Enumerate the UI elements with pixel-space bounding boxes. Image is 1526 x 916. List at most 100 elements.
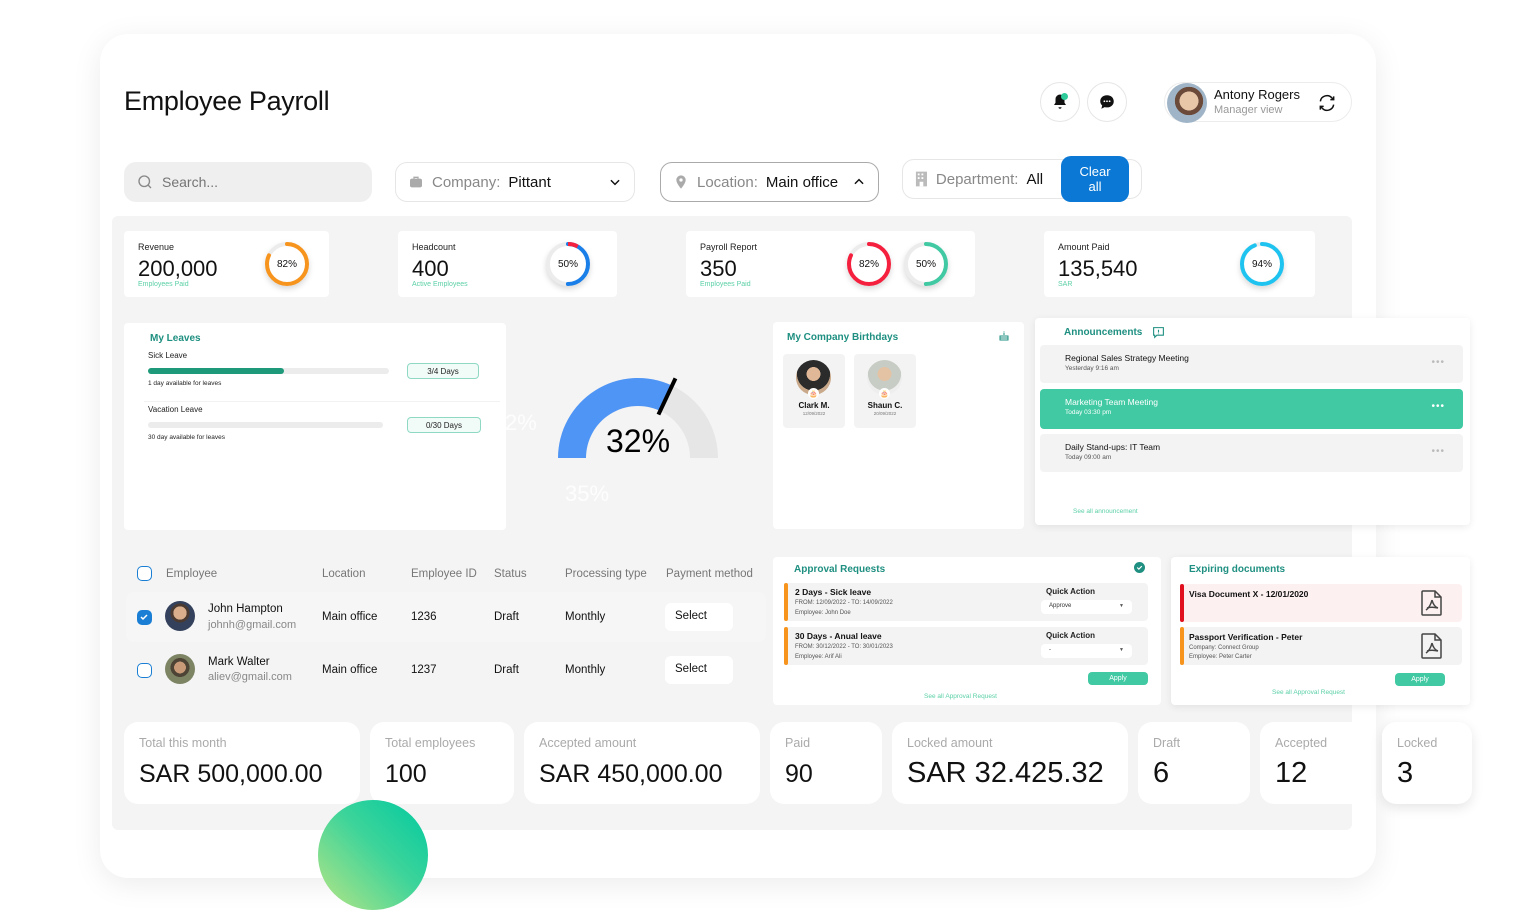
approval-requests-title: Approval Requests — [794, 564, 886, 575]
refresh-icon[interactable] — [1317, 93, 1337, 113]
more-options-icon[interactable]: ••• — [1431, 357, 1445, 368]
quick-action-select[interactable]: Approve ▼ — [1041, 600, 1132, 614]
request-title: 30 Days - Anual leave — [795, 631, 882, 641]
building-icon — [915, 171, 927, 187]
employee-location: Main office — [322, 611, 378, 623]
select-all-checkbox[interactable] — [137, 566, 152, 581]
vacation-leave-progress — [148, 422, 383, 428]
messages-button[interactable] — [1087, 82, 1127, 122]
ring-label: 82% — [858, 258, 879, 270]
apply-button[interactable]: Apply — [1395, 673, 1445, 686]
cake-icon: 🎂 — [879, 388, 890, 399]
department-filter-value: All — [1026, 170, 1044, 188]
location-filter-value: Main office — [765, 173, 839, 191]
request-employee: Employee: John Doe — [795, 610, 851, 616]
stat-total-this-month: Total this month SAR 500,000.00 — [124, 722, 360, 804]
column-header-location[interactable]: Location — [322, 568, 365, 580]
document-item[interactable]: Passport Verification - Peter Company: C… — [1180, 627, 1462, 665]
department-filter[interactable]: Department: All Clear all — [902, 156, 1142, 202]
leave-row-sick: Sick Leave — [148, 351, 187, 360]
stat-label: Paid — [785, 736, 811, 750]
notifications-button[interactable] — [1040, 82, 1080, 122]
kpi-title: Payroll Report — [700, 242, 758, 252]
document-item[interactable]: Visa Document X - 12/01/2020 — [1180, 584, 1462, 622]
document-title: Visa Document X - 12/01/2020 — [1189, 589, 1309, 599]
announcement-time: Yesterday 9:16 am — [1065, 365, 1119, 372]
employee-processing-type: Monthly — [565, 611, 606, 623]
apply-button[interactable]: Apply — [1088, 672, 1148, 685]
pdf-file-icon[interactable] — [1420, 589, 1444, 617]
stat-draft: Draft 6 — [1138, 722, 1250, 804]
row-checkbox[interactable] — [137, 663, 152, 678]
page-title: Employee Payroll — [124, 86, 330, 116]
company-filter[interactable]: Company: Pittant — [395, 162, 635, 202]
stat-value: SAR 450,000.00 — [539, 760, 723, 788]
chevron-up-icon — [854, 178, 864, 185]
announcement-item[interactable]: Daily Stand-ups: IT Team Today 09:00 am … — [1040, 434, 1463, 472]
leave-label: Sick Leave — [148, 351, 188, 360]
birthdays-title: My Company Birthdays — [787, 332, 899, 343]
employee-name: John Hampton — [208, 603, 283, 615]
chat-bubble-icon — [1100, 95, 1114, 109]
search-input[interactable] — [162, 174, 352, 190]
kpi-subtitle: SAR — [1058, 281, 1073, 288]
pdf-file-icon[interactable] — [1420, 632, 1444, 660]
column-header-employee[interactable]: Employee — [166, 568, 217, 580]
gauge-ghost-label: 2% — [505, 410, 537, 435]
employee-status: Draft — [494, 664, 519, 676]
cake-icon[interactable] — [998, 330, 1010, 342]
briefcase-icon — [410, 176, 422, 188]
leave-days-pill: 0/30 Days — [407, 417, 481, 433]
employee-name: Mark Walter — [208, 656, 270, 668]
stat-label: Draft — [1153, 736, 1181, 750]
priority-bar — [784, 627, 788, 665]
severity-bar — [1180, 627, 1184, 665]
document-employee: Employee: Peter Carter — [1189, 654, 1252, 660]
kpi-ring: 82% — [845, 240, 893, 288]
check-icon — [140, 614, 148, 621]
birthday-card[interactable]: 🎂 Shaun C. 20/09/2022 — [854, 354, 916, 428]
quick-action-value: Approve — [1049, 603, 1072, 609]
payment-method-select[interactable]: Select — [665, 656, 733, 684]
more-options-icon[interactable]: ••• — [1431, 446, 1445, 457]
announcement-item-active[interactable]: Marketing Team Meeting Today 03:30 pm ••… — [1040, 389, 1463, 429]
user-menu[interactable]: Antony Rogers Manager view — [1164, 82, 1352, 123]
stat-label: Accepted amount — [539, 736, 637, 750]
kpi-value: 400 — [412, 256, 449, 281]
column-header-payment-method[interactable]: Payment method — [666, 568, 753, 580]
message-alert-icon — [1153, 327, 1164, 339]
kpi-ring: 50% — [544, 240, 592, 288]
kpi-value: 350 — [700, 256, 737, 281]
see-all-approvals-link[interactable]: See all Approval Request — [924, 693, 997, 700]
row-checkbox[interactable] — [137, 610, 152, 625]
column-header-status[interactable]: Status — [494, 568, 527, 580]
kpi-subtitle: Active Employees — [412, 281, 468, 288]
stat-accepted: Accepted 12 — [1260, 722, 1352, 804]
my-leaves-title: My Leaves — [150, 333, 201, 344]
leave-label: Vacation Leave — [148, 405, 203, 414]
clear-all-button[interactable]: Clear all — [1061, 156, 1129, 202]
progress-fill — [148, 368, 284, 374]
kpi-ring: 94% — [1238, 240, 1286, 288]
department-filter-label: Department: — [935, 170, 1019, 188]
kpi-amount-paid: Amount Paid 135,540 SAR 94% — [1044, 231, 1315, 297]
birthday-card[interactable]: 🎂 Clark M. 12/09/2022 — [783, 354, 845, 428]
column-header-processing-type[interactable]: Processing type — [565, 568, 647, 580]
stat-value: 6 — [1153, 757, 1170, 789]
stat-label: Locked amount — [907, 736, 993, 750]
see-all-documents-link[interactable]: See all Approval Request — [1272, 689, 1345, 696]
priority-bar — [784, 583, 788, 621]
ring-label: 82% — [276, 258, 297, 270]
announcement-item[interactable]: Regional Sales Strategy Meeting Yesterda… — [1040, 345, 1463, 383]
search-box[interactable] — [124, 162, 372, 202]
quick-action-select[interactable]: - ▼ — [1041, 644, 1132, 658]
chevron-down-icon — [610, 179, 620, 186]
payment-method-select[interactable]: Select — [665, 603, 733, 631]
see-all-announcements-link[interactable]: See all announcement — [1073, 508, 1138, 515]
more-options-icon[interactable]: ••• — [1431, 401, 1445, 412]
approval-request-item: 30 Days - Anual leave FROM: 30/12/2022 -… — [784, 627, 1148, 665]
column-header-employee-id[interactable]: Employee ID — [411, 568, 477, 580]
search-icon — [138, 175, 152, 189]
location-filter[interactable]: Location: Main office — [660, 162, 879, 202]
sick-leave-progress — [148, 368, 389, 374]
